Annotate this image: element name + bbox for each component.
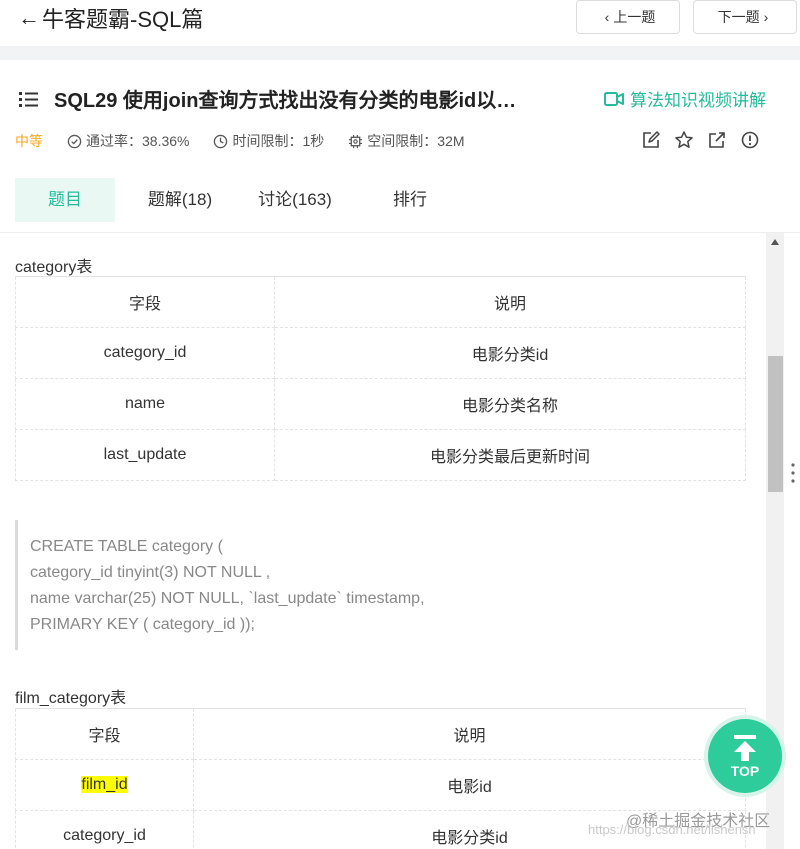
scrollbar-thumb[interactable] (768, 356, 783, 492)
table-row: film_id 电影id (15, 759, 746, 811)
table-header-row: 字段 说明 (15, 276, 746, 328)
code-line: PRIMARY KEY ( category_id )); (30, 616, 255, 633)
tab-solutions[interactable]: 题解(18) (115, 178, 245, 222)
share-icon[interactable] (707, 130, 727, 150)
table-cell: category_id (15, 327, 275, 379)
question-meta: 中等 通过率：38.36% 时间限制：1秒 空间限制：32M (15, 131, 489, 151)
back-to-top-button[interactable]: TOP (708, 719, 782, 793)
time-limit: 时间限制：1秒 (213, 131, 324, 151)
difficulty-badge: 中等 (15, 133, 43, 149)
code-line: name varchar(25) NOT NULL, `last_update`… (30, 590, 425, 607)
question-title: SQL29 使用join查询方式找出没有分类的电影id以… (54, 90, 517, 112)
question-tabs: 题目 题解(18) 讨论(163) 排行 (15, 178, 475, 222)
pass-rate-text: 通过率：38.36% (86, 133, 190, 149)
table-cell: film_id (15, 759, 194, 811)
back-label: 牛客题霸-SQL篇 (42, 7, 204, 32)
prev-question-button[interactable]: ‹ 上一题 (576, 0, 680, 34)
table-cell: name (15, 378, 275, 430)
top-bar: ← 牛客题霸-SQL篇 ‹ 上一题 下一题 › (0, 0, 800, 46)
time-limit-text: 时间限制：1秒 (232, 133, 325, 149)
next-question-button[interactable]: 下一题 › (693, 0, 797, 34)
space-limit-text: 空间限制：32M (367, 133, 465, 149)
table-row: last_update 电影分类最后更新时间 (15, 429, 746, 481)
tab-ranking[interactable]: 排行 (345, 178, 475, 222)
tab-problem[interactable]: 题目 (15, 178, 115, 222)
back-link[interactable]: ← 牛客题霸-SQL篇 (18, 2, 203, 34)
table-row: name 电影分类名称 (15, 378, 746, 430)
problem-content: category表 字段 说明 category_id 电影分类id name … (0, 233, 766, 849)
table-cell: category_id (15, 810, 194, 849)
chevron-right-icon: › (763, 9, 769, 25)
chip-icon (349, 134, 363, 148)
table-cell: 电影分类名称 (274, 378, 746, 430)
space-limit: 空间限制：32M (348, 131, 465, 151)
table-row: category_id 电影分类id (15, 327, 746, 379)
table-header-row: 字段 说明 (15, 708, 746, 760)
check-circle-icon (67, 134, 82, 148)
category-table: 字段 说明 category_id 电影分类id name 电影分类名称 las… (15, 276, 746, 481)
star-icon[interactable] (674, 130, 694, 150)
table-cell: 电影id (193, 759, 746, 811)
table-header-cell: 说明 (193, 708, 746, 760)
question-title-row: SQL29 使用join查询方式找出没有分类的电影id以… (18, 84, 516, 113)
table-header-cell: 说明 (274, 276, 746, 328)
code-line: CREATE TABLE category ( (30, 538, 223, 555)
scroll-up-arrow-icon[interactable] (771, 239, 779, 245)
more-options-icon[interactable] (791, 462, 795, 484)
category-table-title: category表 (15, 259, 93, 276)
chevron-left-icon: ‹ (604, 9, 610, 25)
table-cell: last_update (15, 429, 275, 481)
edit-icon[interactable] (641, 130, 661, 150)
report-icon[interactable] (740, 130, 760, 150)
list-icon[interactable] (18, 89, 40, 109)
next-label: 下一题 (717, 9, 760, 25)
clock-icon (214, 134, 228, 148)
highlighted-field: film_id (81, 776, 128, 793)
table-header-cell: 字段 (15, 276, 275, 328)
arrow-up-icon (734, 734, 756, 761)
watermark-url: https://blog.csdn.net/lishensh (588, 822, 756, 837)
tab-discussion[interactable]: 讨论(163) (245, 178, 345, 222)
code-line: category_id tinyint(3) NOT NULL , (30, 564, 271, 581)
video-camera-icon (604, 91, 624, 106)
header-divider-band (0, 46, 800, 60)
video-explanation-link[interactable]: 算法知识视频讲解 (604, 86, 766, 111)
top-label: TOP (730, 762, 760, 779)
question-actions (641, 130, 773, 150)
film-category-table-title: film_category表 (15, 690, 127, 707)
table-cell: 电影分类id (274, 327, 746, 379)
video-link-label: 算法知识视频讲解 (630, 91, 766, 110)
create-table-code: CREATE TABLE category ( category_id tiny… (15, 520, 755, 650)
prev-label: 上一题 (613, 9, 656, 25)
arrow-left-icon: ← (18, 5, 40, 30)
table-cell: 电影分类最后更新时间 (274, 429, 746, 481)
table-header-cell: 字段 (15, 708, 194, 760)
pass-rate: 通过率：38.36% (67, 131, 189, 151)
